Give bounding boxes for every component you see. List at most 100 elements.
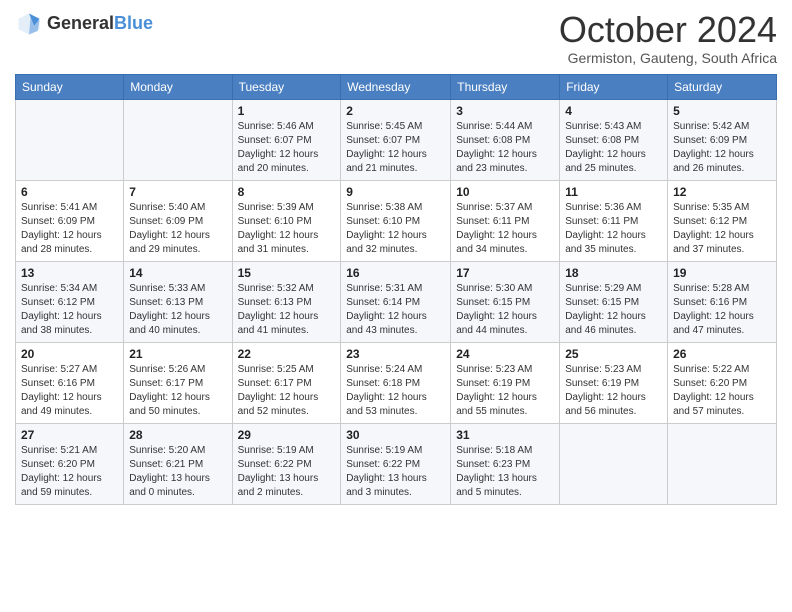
day-info: Sunrise: 5:45 AM Sunset: 6:07 PM Dayligh… [346,120,445,176]
calendar-cell: 7Sunrise: 5:40 AM Sunset: 6:09 PM Daylig… [124,180,232,261]
calendar-cell [16,99,124,180]
calendar-cell: 17 Sunrise: 5:30 AM Sunset: 6:15 PM Dayli… [451,261,560,342]
day-number: 22 [238,347,336,361]
day-info: Sunrise: 5:44 AM Sunset: 6:08 PM Dayligh… [456,120,554,176]
day-info: Sunrise: 5:34 AM Sunset: 6:12 PM Dayligh… [21,282,118,338]
calendar-cell: 12 Sunrise: 5:35 AM Sunset: 6:12 PM Dayli… [668,180,777,261]
calendar-cell: 11Sunrise: 5:36 AM Sunset: 6:11 PM Dayli… [560,180,668,261]
calendar-cell [560,423,668,504]
day-number: 2 [346,104,445,118]
day-number: 20 [21,347,118,361]
day-number: 31 [456,428,554,442]
day-info: Sunrise: 5:41 AM Sunset: 6:09 PM Dayligh… [21,201,118,257]
calendar-cell: 6 Sunrise: 5:41 AM Sunset: 6:09 PM Daylig… [16,180,124,261]
day-number: 14 [129,266,226,280]
day-info: Sunrise: 5:28 AM Sunset: 6:16 PM Dayligh… [673,282,771,338]
day-info: Sunrise: 5:35 AM Sunset: 6:12 PM Dayligh… [673,201,771,257]
calendar-cell: 24Sunrise: 5:23 AM Sunset: 6:19 PM Dayli… [451,342,560,423]
calendar-cell: 21 Sunrise: 5:26 AM Sunset: 6:17 PM Dayli… [124,342,232,423]
calendar-cell: 3 Sunrise: 5:44 AM Sunset: 6:08 PM Daylig… [451,99,560,180]
day-number: 15 [238,266,336,280]
calendar-cell: 14 Sunrise: 5:33 AM Sunset: 6:13 PM Dayli… [124,261,232,342]
calendar-cell: 13 Sunrise: 5:34 AM Sunset: 6:12 PM Dayli… [16,261,124,342]
day-number: 30 [346,428,445,442]
calendar-cell: 18 Sunrise: 5:29 AM Sunset: 6:15 PM Dayli… [560,261,668,342]
calendar-cell: 4Sunrise: 5:43 AM Sunset: 6:08 PM Daylig… [560,99,668,180]
calendar-week-row: 27 Sunrise: 5:21 AM Sunset: 6:20 PM Dayli… [16,423,777,504]
logo: GeneralBlue [15,10,153,38]
day-header-tuesday: Tuesday [232,74,341,99]
calendar-cell [124,99,232,180]
calendar-cell: 10Sunrise: 5:37 AM Sunset: 6:11 PM Dayli… [451,180,560,261]
calendar-table: SundayMondayTuesdayWednesdayThursdayFrid… [15,74,777,505]
day-info: Sunrise: 5:30 AM Sunset: 6:15 PM Dayligh… [456,282,554,338]
calendar-cell [668,423,777,504]
day-number: 4 [565,104,662,118]
day-header-friday: Friday [560,74,668,99]
calendar-header-row: SundayMondayTuesdayWednesdayThursdayFrid… [16,74,777,99]
calendar-cell: 2 Sunrise: 5:45 AM Sunset: 6:07 PM Daylig… [341,99,451,180]
calendar-cell: 27 Sunrise: 5:21 AM Sunset: 6:20 PM Dayli… [16,423,124,504]
calendar-cell: 5Sunrise: 5:42 AM Sunset: 6:09 PM Daylig… [668,99,777,180]
day-info: Sunrise: 5:29 AM Sunset: 6:15 PM Dayligh… [565,282,662,338]
day-number: 28 [129,428,226,442]
day-number: 1 [238,104,336,118]
day-info: Sunrise: 5:23 AM Sunset: 6:19 PM Dayligh… [565,363,662,419]
calendar-cell: 28 Sunrise: 5:20 AM Sunset: 6:21 PM Dayli… [124,423,232,504]
day-header-thursday: Thursday [451,74,560,99]
page-header: GeneralBlue October 2024 Germiston, Gaut… [15,10,777,66]
calendar-week-row: 20 Sunrise: 5:27 AM Sunset: 6:16 PM Dayli… [16,342,777,423]
day-number: 27 [21,428,118,442]
day-number: 7 [129,185,226,199]
title-block: October 2024 Germiston, Gauteng, South A… [559,10,777,66]
calendar-cell: 16 Sunrise: 5:31 AM Sunset: 6:14 PM Dayli… [341,261,451,342]
day-info: Sunrise: 5:46 AM Sunset: 6:07 PM Dayligh… [238,120,336,176]
calendar-cell: 1 Sunrise: 5:46 AM Sunset: 6:07 PM Daylig… [232,99,341,180]
day-info: Sunrise: 5:38 AM Sunset: 6:10 PM Dayligh… [346,201,445,257]
month-title: October 2024 [559,10,777,50]
day-number: 13 [21,266,118,280]
location-subtitle: Germiston, Gauteng, South Africa [559,50,777,66]
logo-general: GeneralBlue [47,14,153,34]
day-number: 17 [456,266,554,280]
day-number: 19 [673,266,771,280]
day-number: 25 [565,347,662,361]
day-info: Sunrise: 5:27 AM Sunset: 6:16 PM Dayligh… [21,363,118,419]
day-info: Sunrise: 5:19 AM Sunset: 6:22 PM Dayligh… [238,444,336,500]
day-info: Sunrise: 5:26 AM Sunset: 6:17 PM Dayligh… [129,363,226,419]
day-info: Sunrise: 5:24 AM Sunset: 6:18 PM Dayligh… [346,363,445,419]
day-info: Sunrise: 5:21 AM Sunset: 6:20 PM Dayligh… [21,444,118,500]
day-number: 8 [238,185,336,199]
calendar-cell: 9 Sunrise: 5:38 AM Sunset: 6:10 PM Daylig… [341,180,451,261]
day-number: 3 [456,104,554,118]
day-info: Sunrise: 5:36 AM Sunset: 6:11 PM Dayligh… [565,201,662,257]
day-number: 18 [565,266,662,280]
calendar-cell: 31 Sunrise: 5:18 AM Sunset: 6:23 PM Dayli… [451,423,560,504]
calendar-cell: 29 Sunrise: 5:19 AM Sunset: 6:22 PM Dayli… [232,423,341,504]
day-number: 21 [129,347,226,361]
day-info: Sunrise: 5:25 AM Sunset: 6:17 PM Dayligh… [238,363,336,419]
logo-icon [15,10,43,38]
day-info: Sunrise: 5:18 AM Sunset: 6:23 PM Dayligh… [456,444,554,500]
calendar-cell: 19 Sunrise: 5:28 AM Sunset: 6:16 PM Dayli… [668,261,777,342]
calendar-cell: 30 Sunrise: 5:19 AM Sunset: 6:22 PM Dayli… [341,423,451,504]
day-header-sunday: Sunday [16,74,124,99]
day-number: 29 [238,428,336,442]
calendar-cell: 15Sunrise: 5:32 AM Sunset: 6:13 PM Dayli… [232,261,341,342]
day-number: 26 [673,347,771,361]
day-header-saturday: Saturday [668,74,777,99]
day-info: Sunrise: 5:19 AM Sunset: 6:22 PM Dayligh… [346,444,445,500]
day-number: 6 [21,185,118,199]
calendar-cell: 26 Sunrise: 5:22 AM Sunset: 6:20 PM Dayli… [668,342,777,423]
day-info: Sunrise: 5:23 AM Sunset: 6:19 PM Dayligh… [456,363,554,419]
day-number: 12 [673,185,771,199]
day-number: 9 [346,185,445,199]
day-info: Sunrise: 5:39 AM Sunset: 6:10 PM Dayligh… [238,201,336,257]
day-info: Sunrise: 5:22 AM Sunset: 6:20 PM Dayligh… [673,363,771,419]
day-info: Sunrise: 5:33 AM Sunset: 6:13 PM Dayligh… [129,282,226,338]
calendar-week-row: 13 Sunrise: 5:34 AM Sunset: 6:12 PM Dayli… [16,261,777,342]
day-info: Sunrise: 5:31 AM Sunset: 6:14 PM Dayligh… [346,282,445,338]
day-header-monday: Monday [124,74,232,99]
day-number: 16 [346,266,445,280]
day-info: Sunrise: 5:20 AM Sunset: 6:21 PM Dayligh… [129,444,226,500]
